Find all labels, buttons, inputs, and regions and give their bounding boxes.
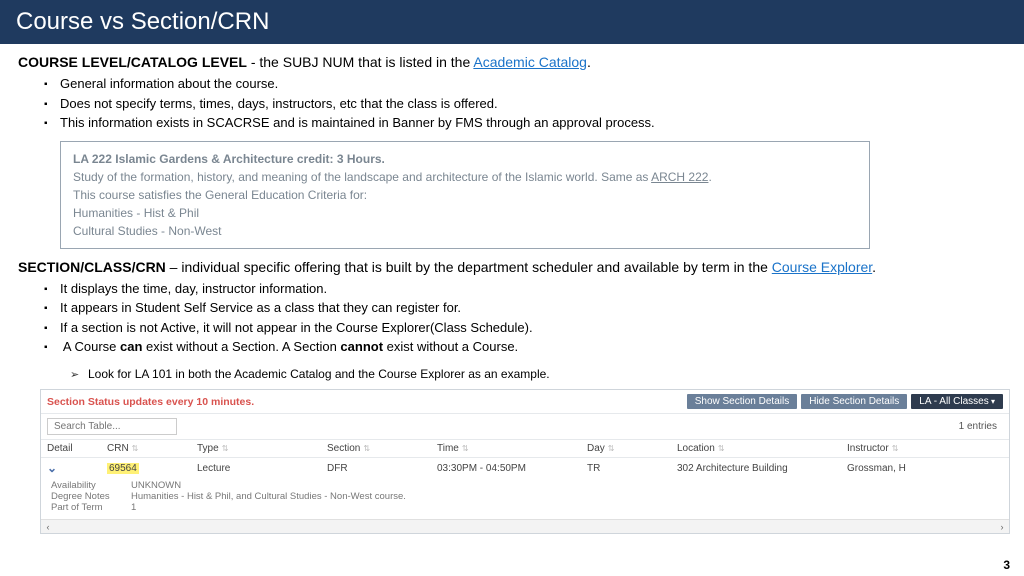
sort-icon: ⇅ <box>718 444 725 453</box>
scroll-right-icon[interactable]: › <box>995 522 1009 532</box>
sort-icon: ⇅ <box>222 444 229 453</box>
expand-row-icon[interactable]: ⌄ <box>47 461 57 475</box>
class-filter-dropdown[interactable]: LA - All Classes <box>911 394 1003 409</box>
catalog-gened-1: Humanities - Hist & Phil <box>73 204 857 222</box>
catalog-course-header: LA 222 Islamic Gardens & Architecture cr… <box>73 150 857 168</box>
catalog-description: Study of the formation, history, and mea… <box>73 168 857 186</box>
cell-instructor: Grossman, H <box>847 463 977 474</box>
cell-section: DFR <box>327 463 437 474</box>
course-explorer-sample: Section Status updates every 10 minutes.… <box>40 389 1010 534</box>
table-row: ⌄ 69564 Lecture DFR 03:30PM - 04:50PM TR… <box>41 458 1009 478</box>
col-time[interactable]: Time⇅ <box>437 443 587 454</box>
arch-222-link[interactable]: ARCH 222 <box>651 170 708 184</box>
section-level-subbullets: Look for LA 101 in both the Academic Cat… <box>18 365 1006 384</box>
hide-section-details-button[interactable]: Hide Section Details <box>801 394 907 409</box>
horizontal-scrollbar[interactable]: ‹ › <box>41 519 1009 533</box>
section-level-bullets: It displays the time, day, instructor in… <box>18 279 1006 357</box>
status-message: Section Status updates every 10 minutes. <box>47 396 683 408</box>
sort-icon: ⇅ <box>608 444 615 453</box>
cell-time: 03:30PM - 04:50PM <box>437 463 587 474</box>
col-section[interactable]: Section⇅ <box>327 443 437 454</box>
cell-day: TR <box>587 463 677 474</box>
cell-type: Lecture <box>197 463 327 474</box>
course-explorer-link[interactable]: Course Explorer <box>772 259 872 275</box>
section-level-heading: SECTION/CLASS/CRN – individual specific … <box>18 259 1006 275</box>
catalog-gened-intro: This course satisfies the General Educat… <box>73 186 857 204</box>
cell-crn: 69564 <box>107 463 197 474</box>
col-detail[interactable]: Detail <box>47 443 107 454</box>
col-location[interactable]: Location⇅ <box>677 443 847 454</box>
sort-icon: ⇅ <box>132 444 139 453</box>
availability-label: Availability <box>51 480 131 491</box>
degree-notes-label: Degree Notes <box>51 491 131 502</box>
entries-count: 1 entries <box>959 421 1003 432</box>
list-item: If a section is not Active, it will not … <box>60 318 1006 338</box>
explorer-toolbar: Section Status updates every 10 minutes.… <box>41 390 1009 414</box>
availability-value: UNKNOWN <box>131 480 181 491</box>
catalog-sample-box: LA 222 Islamic Gardens & Architecture cr… <box>60 141 870 249</box>
show-section-details-button[interactable]: Show Section Details <box>687 394 798 409</box>
course-level-heading: COURSE LEVEL/CATALOG LEVEL - the SUBJ NU… <box>18 54 1006 70</box>
list-item: General information about the course. <box>60 74 1006 94</box>
section-level-bold: SECTION/CLASS/CRN <box>18 259 166 275</box>
part-of-term-value: 1 <box>131 502 136 513</box>
list-item: It displays the time, day, instructor in… <box>60 279 1006 299</box>
col-crn[interactable]: CRN⇅ <box>107 443 197 454</box>
row-details: AvailabilityUNKNOWN Degree NotesHumaniti… <box>41 478 1009 519</box>
col-day[interactable]: Day⇅ <box>587 443 677 454</box>
course-level-bullets: General information about the course. Do… <box>18 74 1006 133</box>
list-item: It appears in Student Self Service as a … <box>60 298 1006 318</box>
search-input[interactable] <box>47 418 177 435</box>
part-of-term-label: Part of Term <box>51 502 131 513</box>
sort-icon: ⇅ <box>892 444 899 453</box>
explorer-search-row: 1 entries <box>41 414 1009 439</box>
course-level-bold: COURSE LEVEL/CATALOG LEVEL <box>18 54 247 70</box>
col-type[interactable]: Type⇅ <box>197 443 327 454</box>
academic-catalog-link[interactable]: Academic Catalog <box>473 54 587 70</box>
table-header: Detail CRN⇅ Type⇅ Section⇅ Time⇅ Day⇅ Lo… <box>41 439 1009 458</box>
slide-title: Course vs Section/CRN <box>0 0 1024 44</box>
page-number: 3 <box>1003 558 1010 572</box>
list-item: Does not specify terms, times, days, ins… <box>60 94 1006 114</box>
list-item: A Course can exist without a Section. A … <box>60 337 1006 357</box>
degree-notes-value: Humanities - Hist & Phil, and Cultural S… <box>131 491 406 502</box>
sort-icon: ⇅ <box>462 444 469 453</box>
sort-icon: ⇅ <box>363 444 370 453</box>
catalog-gened-2: Cultural Studies - Non-West <box>73 222 857 240</box>
list-item: This information exists in SCACRSE and i… <box>60 113 1006 133</box>
cell-location: 302 Architecture Building <box>677 463 847 474</box>
col-instructor[interactable]: Instructor⇅ <box>847 443 977 454</box>
list-item: Look for LA 101 in both the Academic Cat… <box>88 365 1006 384</box>
slide-body: COURSE LEVEL/CATALOG LEVEL - the SUBJ NU… <box>0 44 1024 534</box>
scroll-left-icon[interactable]: ‹ <box>41 522 55 532</box>
